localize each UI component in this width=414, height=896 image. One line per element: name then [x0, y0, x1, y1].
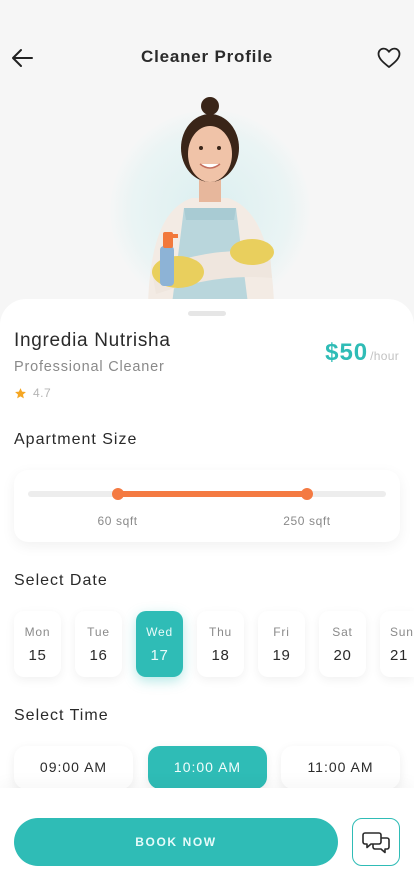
date-day: 21 [390, 647, 408, 664]
time-slot[interactable]: 11:00 AM [281, 746, 400, 789]
apartment-size-slider: 60 sqft 250 sqft [14, 470, 400, 542]
book-now-button[interactable]: BOOK NOW [14, 818, 338, 866]
apartment-size-label: Apartment Size [14, 431, 138, 448]
slider-min-handle[interactable] [111, 488, 124, 500]
select-time-label: Select Time [14, 707, 109, 724]
sheet-handle[interactable] [188, 311, 226, 316]
date-weekday: Thu [208, 625, 233, 639]
slider-min-label: 60 sqft [97, 514, 138, 528]
time-slot[interactable]: 09:00 AM [14, 746, 133, 789]
date-weekday: Mon [24, 625, 51, 639]
date-weekday: Sun [390, 625, 414, 639]
date-day: 19 [272, 647, 291, 664]
slider-range-fill [117, 491, 308, 497]
date-chip[interactable]: Fri 19 [258, 611, 305, 677]
cleaner-photo [100, 96, 320, 304]
slider-max-handle[interactable] [301, 488, 314, 500]
page-title: Cleaner Profile [141, 47, 273, 66]
date-weekday: Wed [146, 625, 173, 639]
rating-value: 4.7 [33, 386, 52, 400]
date-chip[interactable]: Tue 16 [75, 611, 122, 677]
heart-icon[interactable] [376, 45, 402, 71]
rating: 4.7 [14, 386, 51, 400]
slider-max-label: 250 sqft [283, 514, 331, 528]
date-chip[interactable]: Thu 18 [197, 611, 244, 677]
select-date-label: Select Date [14, 572, 108, 589]
cleaner-role: Professional Cleaner [14, 359, 165, 375]
date-weekday: Tue [87, 625, 110, 639]
date-day: 17 [150, 647, 169, 664]
chat-button[interactable] [352, 818, 400, 866]
date-chip[interactable]: Mon 15 [14, 611, 61, 677]
chat-bubbles-icon [362, 832, 390, 854]
date-day: 15 [28, 647, 47, 664]
price-amount: $50 [325, 339, 369, 366]
date-day: 20 [333, 647, 352, 664]
date-chip[interactable]: Sat 20 [319, 611, 366, 677]
date-weekday: Sat [332, 625, 353, 639]
date-picker: Mon 15 Tue 16 Wed 17 Thu 18 Fri 19 Sat 2… [14, 611, 414, 677]
date-day: 18 [211, 647, 230, 664]
date-chip[interactable]: Sun 21 [380, 611, 414, 677]
cleaner-name: Ingredia Nutrisha [14, 330, 171, 351]
price-unit: /hour [370, 349, 399, 363]
star-icon [15, 387, 26, 398]
price: $50 /hour [325, 339, 399, 367]
date-weekday: Fri [273, 625, 290, 639]
date-chip-selected[interactable]: Wed 17 [136, 611, 183, 677]
time-slot-selected[interactable]: 10:00 AM [148, 746, 267, 789]
date-day: 16 [89, 647, 108, 664]
